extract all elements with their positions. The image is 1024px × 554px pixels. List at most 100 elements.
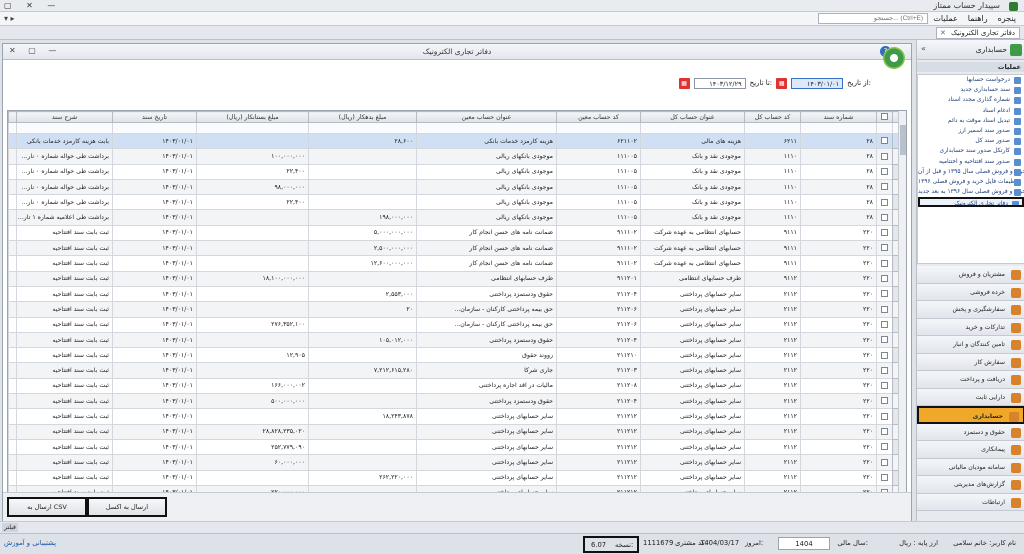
cell-subsidiary-title[interactable]: سایر حسابهای پرداختنی (416, 438, 557, 456)
cell-general-code[interactable]: ۱۱۱۰ (744, 163, 801, 180)
module-item[interactable]: حسابداری (917, 406, 1024, 424)
cell-general-title[interactable]: سایر حسابهای پرداختنی (640, 393, 745, 410)
cell-subsidiary-code[interactable]: ۹۱۱۲۰۱ (556, 270, 641, 287)
cell-subsidiary-code[interactable]: ۲۱۱۲۱۲ (556, 423, 641, 440)
cell-subsidiary-title[interactable]: ضمانت نامه های حسن انجام کار (416, 240, 557, 257)
cell-credit[interactable]: ۱۲,۹۰۵ (196, 347, 309, 364)
menu-window[interactable]: پنجره (998, 14, 1016, 23)
cell-debit[interactable] (308, 438, 417, 456)
cell-subsidiary-code[interactable]: ۲۱۱۲۱۰ (556, 347, 641, 364)
tab-electronic-ledgers[interactable]: ✕ دفاتر تجاری الکترونیک (936, 27, 1020, 39)
cell-doc-number[interactable]: ۲۲۰ (800, 316, 877, 333)
cell-credit[interactable]: ۶۰,۰۰۰,۰۰۰ (196, 454, 309, 471)
cell-doc-date[interactable]: ۱۴۰۳/۰۱/۰۱ (112, 224, 197, 242)
cell-subsidiary-code[interactable]: ۲۱۱۲۱۲ (556, 408, 641, 425)
cell-doc-number[interactable]: ۲۲۰ (800, 224, 877, 242)
cell-general-code[interactable]: ۱۱۱۰ (744, 209, 801, 226)
cell-doc-number[interactable]: ۲۲۰ (800, 438, 877, 456)
cell-subsidiary-title[interactable]: مالیات در اقد اجاره پرداختنی (416, 377, 557, 395)
cell-doc-date[interactable]: ۱۴۰۳/۰۱/۰۱ (112, 178, 197, 196)
cell-doc-date[interactable]: ۱۴۰۳/۰۱/۰۱ (112, 316, 197, 333)
table-row[interactable]: ۷۲۲۰۹۱۱۱حسابهای انتظامی به عهده شرکت۹۱۱۱… (8, 224, 906, 242)
search-input[interactable] (818, 13, 928, 24)
table-row[interactable]: ۹۲۲۰۹۱۱۱حسابهای انتظامی به عهده شرکت۹۱۱۱… (8, 255, 906, 272)
row-checkbox[interactable] (876, 423, 893, 440)
cell-general-code[interactable]: ۲۱۱۲ (744, 331, 801, 349)
module-item[interactable]: تدارکات و خرید (917, 318, 1024, 336)
row-checkbox[interactable] (876, 194, 893, 211)
table-row[interactable]: ۴۲۸۱۱۱۰موجودی نقد و بانک۱۱۱۰۰۵موجودی بان… (8, 178, 906, 196)
cell-debit[interactable]: ۱۸,۲۴۳,۸۷۸ (308, 408, 417, 425)
operation-item[interactable]: کارتکل صدور سند حسابداری (918, 146, 1024, 156)
cell-credit[interactable] (196, 301, 309, 318)
cell-subsidiary-title[interactable]: موجودی بانکهای ریالی (416, 163, 557, 180)
cell-doc-date[interactable]: ۱۴۰۳/۰۱/۰۱ (112, 408, 197, 425)
cell-general-code[interactable]: ۹۱۱۱ (744, 255, 801, 272)
cell-debit[interactable]: ۱۹۸,۰۰۰,۰۰۰ (308, 209, 417, 226)
operation-item[interactable]: تنظیمات فایل خرید و فروش فصلی ۱۳۹۶ (918, 177, 1024, 187)
cell-general-title[interactable]: سایر حسابهای پرداختنی (640, 423, 745, 440)
cell-doc-number[interactable]: ۲۸ (800, 163, 877, 180)
cell-doc-number[interactable]: ۲۲۰ (800, 393, 877, 410)
send-to-excel-button[interactable]: ارسال به اکسل (87, 497, 167, 517)
cell-description[interactable]: بابت هزینه کارمزد خدمات بانکی (16, 132, 113, 150)
cell-subsidiary-title[interactable]: رووند حقوق (416, 347, 557, 364)
row-checkbox[interactable] (876, 285, 893, 303)
cell-doc-date[interactable]: ۱۴۰۳/۰۱/۰۱ (112, 393, 197, 410)
cell-debit[interactable] (308, 178, 417, 196)
row-checkbox[interactable] (876, 132, 893, 150)
calendar-icon[interactable]: ▦ (776, 77, 788, 89)
cell-general-code[interactable]: ۱۱۱۰ (744, 148, 801, 165)
operation-item[interactable]: ادغام اسناد (918, 106, 1024, 116)
cell-general-code[interactable]: ۲۱۱۲ (744, 362, 801, 379)
module-item[interactable]: خرده فروشی (917, 283, 1024, 301)
cell-description[interactable]: ثبت بابت سند افتتاحیه (16, 362, 113, 379)
col-credit[interactable]: مبلغ بستانکار (ریال) (196, 111, 309, 123)
module-item[interactable]: دارایی ثابت (917, 388, 1024, 406)
row-checkbox[interactable] (876, 148, 893, 165)
operation-item[interactable]: فایل خرید و فروش فصلی سال ۱۳۹۶ به بعد جد… (918, 187, 1024, 197)
cell-subsidiary-code[interactable]: ۲۱۱۲۰۴ (556, 331, 641, 349)
cell-credit[interactable] (196, 132, 309, 150)
cell-doc-number[interactable]: ۲۲۰ (800, 285, 877, 303)
cell-subsidiary-code[interactable]: ۹۱۱۱۰۲ (556, 224, 641, 242)
module-item[interactable]: سفارشگیری و پخش (917, 301, 1024, 319)
col-doc-number[interactable]: شماره سند (800, 111, 877, 123)
cell-description[interactable]: ثبت بابت سند افتتاحیه (16, 393, 113, 410)
cell-general-code[interactable]: ۲۱۱۲ (744, 438, 801, 456)
cell-credit[interactable]: ۱۸,۱۰۰,۰۰۰,۰۰۰ (196, 270, 309, 287)
cell-doc-number[interactable]: ۲۲۰ (800, 240, 877, 257)
cell-general-code[interactable]: ۶۲۱۱ (744, 132, 801, 150)
cell-doc-number[interactable]: ۲۸ (800, 178, 877, 196)
cell-credit[interactable] (196, 224, 309, 242)
cell-doc-date[interactable]: ۱۴۰۳/۰۱/۰۱ (112, 469, 197, 486)
cell-doc-number[interactable]: ۲۲۰ (800, 423, 877, 440)
row-checkbox[interactable] (876, 408, 893, 425)
cell-credit[interactable]: ۲۲,۴۰۰ (196, 194, 309, 211)
cell-doc-date[interactable]: ۱۴۰۳/۰۱/۰۱ (112, 132, 197, 150)
cell-general-title[interactable]: حسابهای انتظامی به عهده شرکت (640, 240, 745, 257)
cell-description[interactable]: ثبت بابت سند افتتاحیه (16, 423, 113, 440)
cell-subsidiary-title[interactable]: سایر حسابهای پرداختنی (416, 454, 557, 471)
cell-debit[interactable]: ۲,۵۵۳,۰۰۰ (308, 285, 417, 303)
cell-debit[interactable] (308, 377, 417, 395)
table-row[interactable]: ۸۲۲۰۹۱۱۱حسابهای انتظامی به عهده شرکت۹۱۱۱… (8, 240, 906, 257)
cell-description[interactable]: ثبت بابت سند افتتاحیه (16, 240, 113, 257)
cell-description[interactable]: ثبت بابت سند افتتاحیه (16, 438, 113, 456)
cell-doc-date[interactable]: ۱۴۰۳/۰۱/۰۱ (112, 347, 197, 364)
filter-row[interactable]: ⊽ (8, 122, 906, 134)
cell-description[interactable]: برداشت طی حواله شماره ۰ نار... (16, 148, 113, 165)
col-subsidiary-code[interactable]: کد حساب معین (556, 111, 641, 123)
cell-general-code[interactable]: ۹۱۱۱ (744, 240, 801, 257)
collapse-icon[interactable]: « (921, 44, 926, 53)
calendar-icon[interactable]: ▦ (678, 77, 690, 89)
cell-subsidiary-title[interactable]: ضمانت نامه های حسن انجام کار (416, 255, 557, 272)
cell-general-title[interactable]: حسابهای انتظامی به عهده شرکت (640, 255, 745, 272)
cell-doc-number[interactable]: ۲۲۰ (800, 301, 877, 318)
cell-subsidiary-title[interactable]: ضمانت نامه های حسن انجام کار (416, 224, 557, 242)
cell-subsidiary-title[interactable]: حقوق ودستمزد پرداختنی (416, 285, 557, 303)
cell-credit[interactable] (196, 285, 309, 303)
module-item[interactable]: سامانه مودیان مالیاتی (917, 458, 1024, 476)
from-date-field[interactable]: ۱۴۰۳/۰۱/۰۱ (791, 77, 844, 89)
cell-general-code[interactable]: ۲۱۱۲ (744, 285, 801, 303)
